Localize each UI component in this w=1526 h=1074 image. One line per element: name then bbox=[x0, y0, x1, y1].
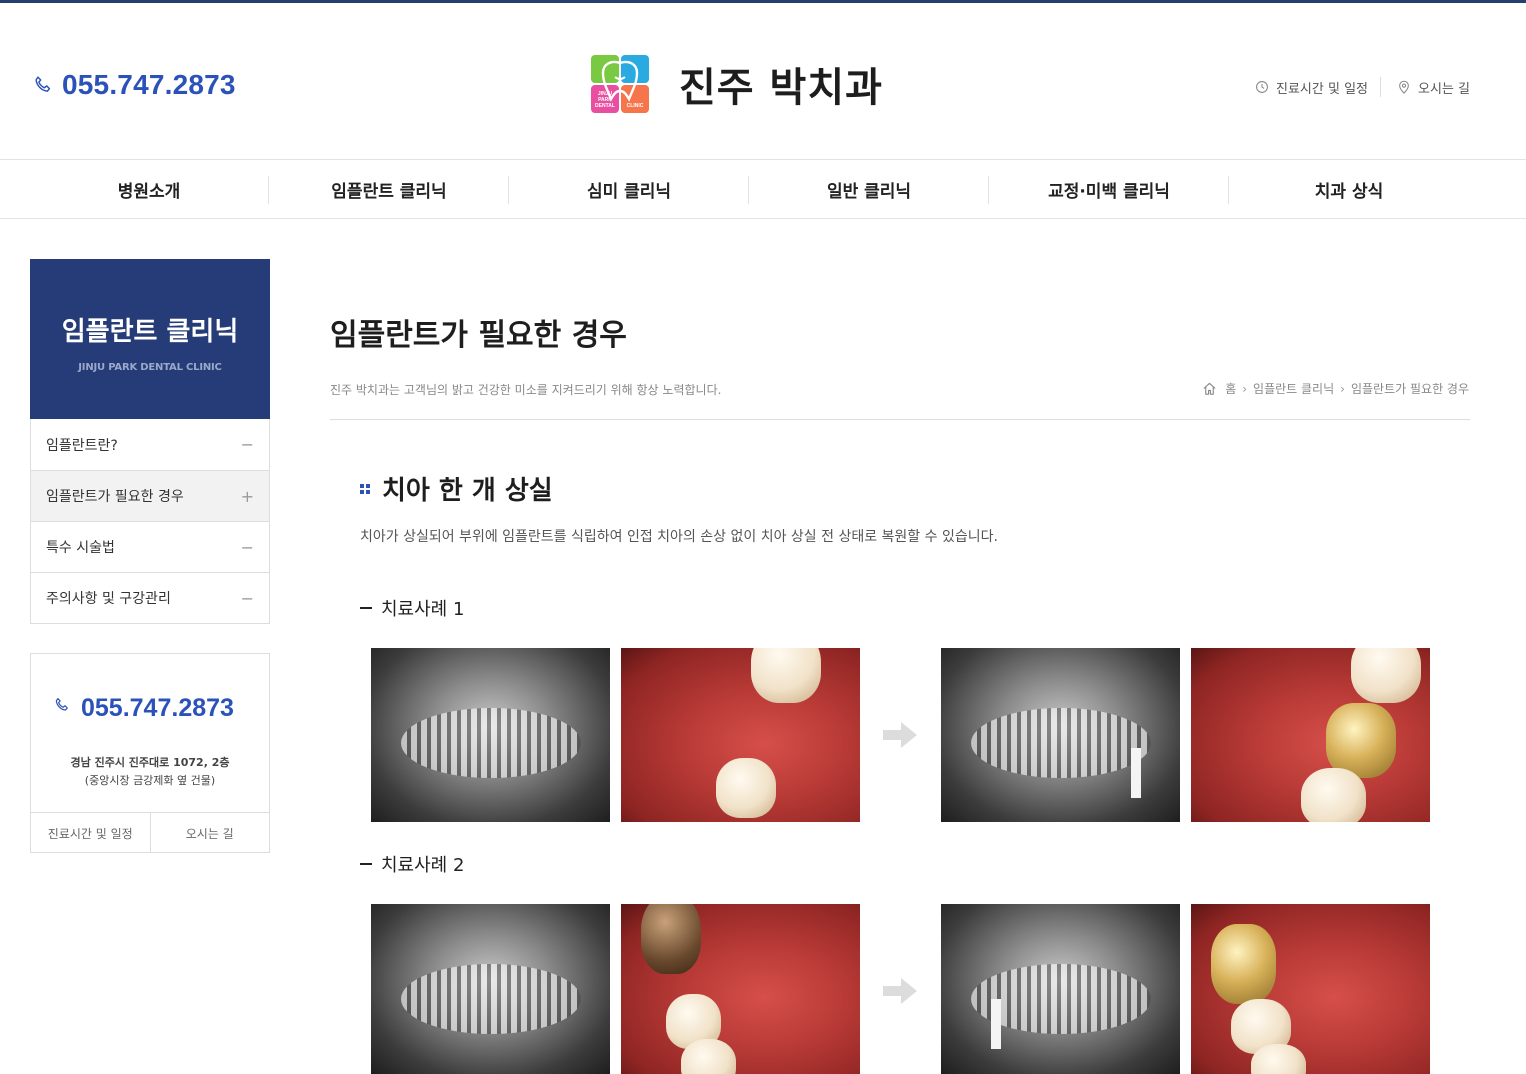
contact-phone[interactable]: 055.747.2873 bbox=[53, 694, 234, 723]
section-description: 치아가 상실되어 부위에 임플란트를 식립하여 인접 치아의 손상 없이 치아 … bbox=[360, 529, 998, 545]
case-1-before-photo-image bbox=[621, 648, 860, 822]
divider bbox=[1380, 77, 1382, 97]
breadcrumb: 홈 › 임플란트 클리닉 › 임플란트가 필요한 경우 bbox=[1202, 380, 1469, 397]
phone-icon bbox=[55, 697, 68, 711]
minus-icon: − bbox=[240, 435, 254, 454]
sidebar-item-care[interactable]: 주의사항 및 구강관리 − bbox=[31, 572, 269, 623]
nav-item-ortho[interactable]: 교정·미백 클리닉 bbox=[989, 160, 1229, 218]
breadcrumb-home[interactable]: 홈 bbox=[1225, 380, 1236, 397]
phone-icon bbox=[35, 76, 51, 92]
location-pin-icon bbox=[1399, 80, 1409, 94]
nav-item-about[interactable]: 병원소개 bbox=[29, 160, 269, 218]
title-divider bbox=[330, 419, 1470, 420]
header: 055.747.2873 JINJU PARK DENTAL CLINIC 진주… bbox=[0, 3, 1526, 159]
case-title-text: 치료사례 1 bbox=[381, 599, 465, 620]
svg-text:DENTAL: DENTAL bbox=[595, 103, 615, 109]
chevron-right-icon: › bbox=[1242, 381, 1248, 396]
svg-text:CLINIC: CLINIC bbox=[627, 103, 644, 109]
sidebar-title: 임플란트 클리닉 bbox=[61, 317, 239, 347]
minus-icon: − bbox=[240, 588, 254, 608]
sidebar-subtitle: JINJU PARK DENTAL CLINIC bbox=[78, 362, 222, 373]
minus-icon: − bbox=[240, 537, 254, 557]
header-phone-number: 055.747.2873 bbox=[62, 69, 236, 100]
sidebar-item-label: 특수 시술법 bbox=[46, 540, 115, 556]
section-title: 치아 한 개 상실 bbox=[360, 470, 553, 507]
nav-item-aesthetic[interactable]: 심미 클리닉 bbox=[509, 160, 749, 218]
nav-item-implant[interactable]: 임플란트 클리닉 bbox=[269, 160, 509, 218]
sidebar-item-when-needed[interactable]: 임플란트가 필요한 경우 + bbox=[31, 470, 269, 521]
case-1-title: 치료사례 1 bbox=[360, 595, 464, 621]
sidebar-item-special-procedures[interactable]: 특수 시술법 − bbox=[31, 521, 269, 572]
clinic-name: 진주 박치과 bbox=[679, 65, 883, 111]
section-title-text: 치아 한 개 상실 bbox=[382, 476, 553, 506]
bullet-dots-icon bbox=[360, 483, 370, 494]
address-line-1: 경남 진주시 진주대로 1072, 2층 bbox=[70, 756, 230, 769]
tooth-logo-icon: JINJU PARK DENTAL CLINIC bbox=[591, 55, 649, 113]
case-1-after-photo-image bbox=[1191, 648, 1430, 822]
header-phone[interactable]: 055.747.2873 bbox=[32, 69, 236, 101]
case-1-after-xray-image bbox=[941, 648, 1180, 822]
arrow-right-icon bbox=[883, 978, 917, 1004]
home-icon bbox=[1203, 382, 1216, 395]
sidebar-item-label: 주의사항 및 구강관리 bbox=[46, 591, 171, 607]
case-2-after-photo-image bbox=[1191, 904, 1430, 1074]
sidebar-item-label: 임플란트가 필요한 경우 bbox=[46, 489, 184, 505]
contact-card: 055.747.2873 경남 진주시 진주대로 1072, 2층 (중앙시장 … bbox=[30, 653, 270, 853]
directions-link[interactable]: 오시는 길 bbox=[1397, 78, 1470, 97]
sidebar-menu: 임플란트란? − 임플란트가 필요한 경우 + 특수 시술법 − 주의사항 및 … bbox=[30, 419, 270, 624]
dash-icon bbox=[360, 607, 372, 609]
page-subtitle: 진주 박치과는 고객님의 밝고 건강한 미소를 지켜드리기 위해 항상 노력합니… bbox=[330, 383, 722, 397]
header-links: 진료시간 및 일정 오시는 길 bbox=[1255, 77, 1470, 97]
arrow-right-icon bbox=[883, 722, 917, 748]
contact-card-buttons: 진료시간 및 일정 오시는 길 bbox=[31, 812, 269, 853]
directions-link-label: 오시는 길 bbox=[1418, 81, 1470, 97]
case-2-before-xray-image bbox=[371, 904, 610, 1074]
address-line-2: (중앙시장 금강제화 옆 건물) bbox=[84, 774, 216, 787]
hours-button[interactable]: 진료시간 및 일정 bbox=[31, 813, 151, 853]
clinic-address: 경남 진주시 진주대로 1072, 2층 (중앙시장 금강제화 옆 건물) bbox=[31, 754, 269, 790]
chevron-right-icon: › bbox=[1340, 381, 1345, 396]
plus-icon: + bbox=[240, 486, 254, 506]
contact-phone-number: 055.747.2873 bbox=[81, 694, 234, 722]
clock-icon bbox=[1256, 81, 1268, 93]
hours-link[interactable]: 진료시간 및 일정 bbox=[1255, 78, 1368, 97]
case-1-before-xray-image bbox=[371, 648, 610, 822]
logo[interactable]: JINJU PARK DENTAL CLINIC 진주 박치과 bbox=[591, 55, 883, 113]
breadcrumb-current[interactable]: 임플란트가 필요한 경우 bbox=[1351, 380, 1469, 397]
case-2-before-photo-image bbox=[621, 904, 860, 1074]
case-title-text: 치료사례 2 bbox=[381, 855, 465, 876]
directions-button[interactable]: 오시는 길 bbox=[151, 813, 270, 853]
sidebar-header: 임플란트 클리닉 JINJU PARK DENTAL CLINIC bbox=[30, 259, 270, 419]
case-2-after-xray-image bbox=[941, 904, 1180, 1074]
case-2-title: 치료사례 2 bbox=[360, 851, 464, 877]
dash-icon bbox=[360, 863, 372, 865]
nav-item-general[interactable]: 일반 클리닉 bbox=[749, 160, 989, 218]
sidebar-item-label: 임플란트란? bbox=[46, 437, 118, 454]
breadcrumb-implant-clinic[interactable]: 임플란트 클리닉 bbox=[1253, 380, 1334, 397]
nav-item-dental-tips[interactable]: 치과 상식 bbox=[1229, 160, 1469, 218]
main-nav: 병원소개 임플란트 클리닉 심미 클리닉 일반 클리닉 교정·미백 클리닉 치과… bbox=[0, 159, 1526, 219]
hours-link-label: 진료시간 및 일정 bbox=[1276, 81, 1369, 97]
page-title: 임플란트가 필요한 경우 bbox=[330, 318, 627, 353]
sidebar-item-what-is-implant[interactable]: 임플란트란? − bbox=[31, 419, 269, 470]
